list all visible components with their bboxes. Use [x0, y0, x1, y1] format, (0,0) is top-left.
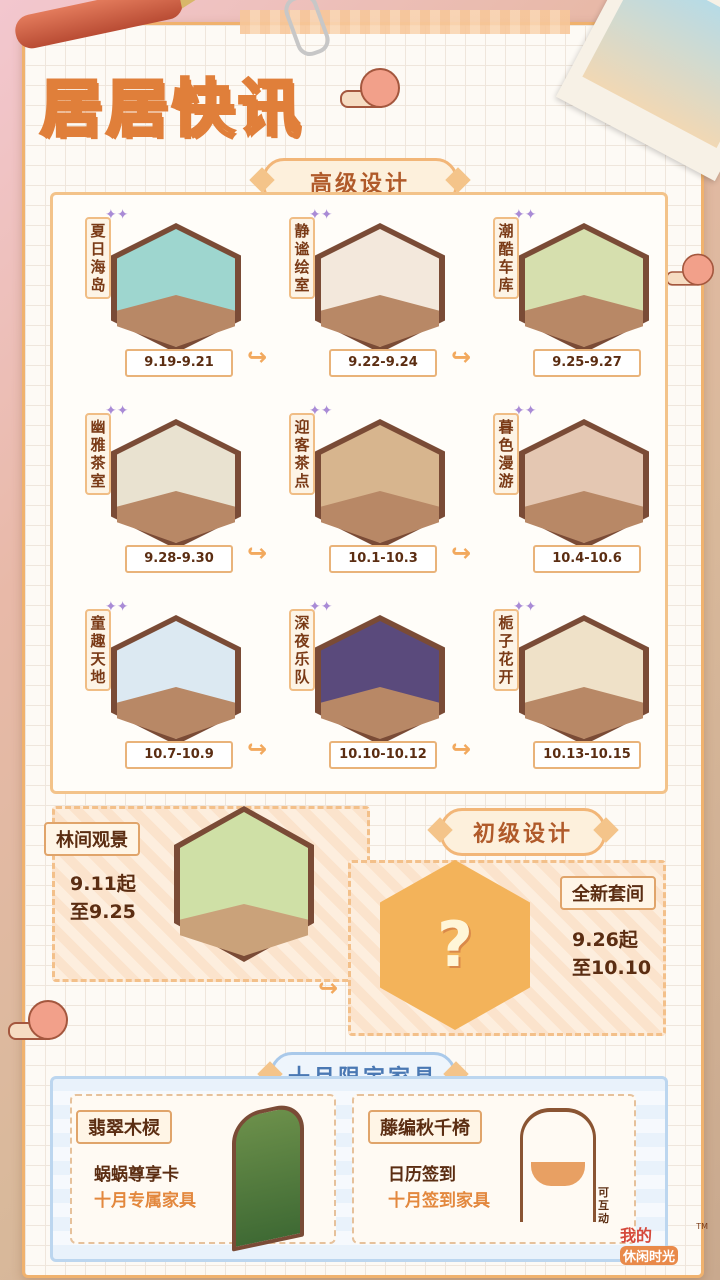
- snail-heart-mascot-icon: [8, 996, 68, 1040]
- jade-window-lattice-image[interactable]: [232, 1100, 304, 1252]
- next-arrow-icon: ↪: [247, 735, 268, 763]
- room-card[interactable]: ✦✦ 夏日海岛 9.19-9.21 ↪: [63, 203, 267, 393]
- room-image[interactable]: [315, 615, 445, 745]
- room-name: 迎客茶点: [289, 413, 315, 495]
- room-image[interactable]: [519, 223, 649, 353]
- room-date: 10.13-10.15: [533, 741, 641, 769]
- room-image[interactable]: [519, 419, 649, 549]
- current-room-name: 林间观景: [44, 822, 140, 856]
- next-room-name: 全新套间: [560, 876, 656, 910]
- next-room-date-end: 至10.10: [572, 957, 652, 979]
- room-date: 9.28-9.30: [125, 545, 233, 573]
- room-card[interactable]: ✦✦ 栀子花开 10.13-10.15: [471, 595, 671, 785]
- room-name: 夏日海岛: [85, 217, 111, 299]
- room-card[interactable]: ✦✦ 潮酷车库 9.25-9.27: [471, 203, 671, 393]
- room-image[interactable]: [315, 419, 445, 549]
- next-room-date: 9.26起 至10.10: [572, 926, 651, 982]
- room-name: 深夜乐队: [289, 609, 315, 691]
- room-date: 9.25-9.27: [533, 349, 641, 377]
- room-date: 10.7-10.9: [125, 741, 233, 769]
- advanced-room-grid: ✦✦ 夏日海岛 9.19-9.21 ↪ ✦✦ 静谧绘室 9.22-9.24 ↪ ✦✦ 潮酷车库 9.…: [50, 192, 668, 794]
- room-image[interactable]: [111, 419, 241, 549]
- room-image[interactable]: [111, 223, 241, 353]
- room-date: 10.10-10.12: [329, 741, 437, 769]
- room-name: 潮酷车库: [493, 217, 519, 299]
- room-card[interactable]: ✦✦ 静谧绘室 9.22-9.24 ↪: [267, 203, 471, 393]
- rattan-swing-chair-image[interactable]: [520, 1108, 596, 1222]
- room-card[interactable]: ✦✦ 幽雅茶室 9.28-9.30 ↪: [63, 399, 267, 589]
- furniture-right-line1: 日历签到: [388, 1165, 456, 1185]
- current-room-date-end: 至9.25: [70, 901, 136, 923]
- next-arrow-icon: ↪: [247, 539, 268, 567]
- room-image[interactable]: [315, 223, 445, 353]
- room-card[interactable]: ✦✦ 童趣天地 10.7-10.9 ↪: [63, 595, 267, 785]
- room-name: 幽雅茶室: [85, 413, 111, 495]
- game-logo: 我的 休闲时光 TM: [620, 1222, 710, 1274]
- next-arrow-icon: ↪: [247, 343, 268, 371]
- interactive-badge: 可互动: [598, 1186, 609, 1225]
- current-room-image[interactable]: [174, 806, 314, 962]
- logo-line2: 休闲时光: [620, 1246, 679, 1265]
- room-image[interactable]: [111, 615, 241, 745]
- room-card[interactable]: ✦✦ 迎客茶点 10.1-10.3 ↪: [267, 399, 471, 589]
- next-arrow-icon: ↪: [451, 735, 472, 763]
- room-name: 栀子花开: [493, 609, 519, 691]
- room-card[interactable]: ✦✦ 暮色漫游 10.4-10.6: [471, 399, 671, 589]
- room-name: 静谧绘室: [289, 217, 315, 299]
- snail-mascot-icon: [340, 64, 400, 108]
- furniture-left-line1: 蜗蜗尊享卡: [94, 1165, 179, 1185]
- next-arrow-icon: ↪: [318, 974, 339, 1002]
- next-arrow-icon: ↪: [451, 343, 472, 371]
- furniture-name-left: 翡翠木棂: [76, 1110, 172, 1144]
- next-arrow-icon: ↪: [451, 539, 472, 567]
- room-name: 暮色漫游: [493, 413, 519, 495]
- snail-mascot-icon: [666, 250, 714, 286]
- basic-design-banner: 初级设计: [440, 808, 606, 856]
- room-date: 9.22-9.24: [329, 349, 437, 377]
- furniture-name-right: 藤编秋千椅: [368, 1110, 482, 1144]
- room-date: 9.19-9.21: [125, 349, 233, 377]
- furniture-left-line2: 十月专属家具: [94, 1191, 196, 1211]
- page-title: 居居快讯: [38, 71, 305, 147]
- question-mark-icon: ?: [437, 908, 473, 981]
- trademark: TM: [696, 1222, 708, 1231]
- current-room-date-start: 9.11起: [70, 873, 136, 895]
- room-card[interactable]: ✦✦ 深夜乐队 10.10-10.12 ↪: [267, 595, 471, 785]
- furniture-right-line2: 十月签到家具: [388, 1191, 490, 1211]
- current-room-date: 9.11起 至9.25: [70, 870, 136, 926]
- room-name: 童趣天地: [85, 609, 111, 691]
- room-date: 10.1-10.3: [329, 545, 437, 573]
- next-room-date-start: 9.26起: [572, 929, 638, 951]
- room-date: 10.4-10.6: [533, 545, 641, 573]
- room-image[interactable]: [519, 615, 649, 745]
